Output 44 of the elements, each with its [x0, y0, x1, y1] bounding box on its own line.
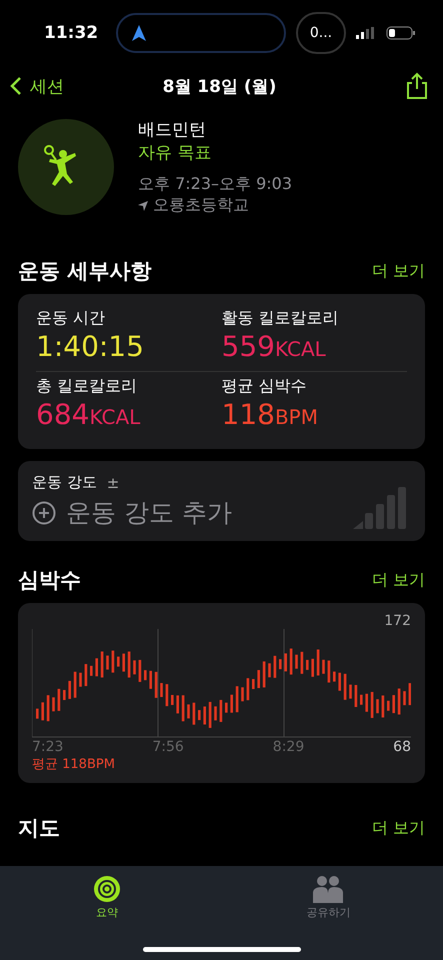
more-link[interactable]: 더 보기	[372, 260, 425, 282]
chevron-left-icon	[10, 76, 22, 96]
location-arrow-icon	[138, 200, 148, 210]
section-title: 심박수	[18, 567, 81, 594]
time-label: 8:29	[272, 739, 306, 755]
rings-icon	[92, 875, 121, 903]
signal-icon	[356, 27, 376, 39]
average-heart-rate: 평균 118BPM	[32, 756, 116, 773]
metric-value: 118BPM	[222, 397, 319, 433]
more-link[interactable]: 더 보기	[372, 570, 425, 590]
section-title: 운동 세부사항	[18, 258, 152, 285]
tab-button[interactable]: 공유하기	[300, 874, 356, 921]
navigation-arrow-icon	[132, 25, 146, 41]
metric-label: 평균 심박수	[222, 376, 308, 397]
intensity-label: 운동 강도	[32, 473, 97, 492]
add-circle-icon[interactable]	[32, 500, 56, 524]
battery-icon	[386, 26, 416, 40]
intensity-bars-icon	[353, 487, 407, 529]
max-heart-rate: 172	[384, 613, 411, 629]
back-button[interactable]: 세션	[10, 74, 130, 98]
section-title: 지도	[18, 815, 60, 842]
time-label: 7:56	[152, 739, 185, 755]
metric-value: 559KCAL	[222, 329, 327, 365]
metric-label: 운동 시간	[36, 308, 106, 329]
tab-button[interactable]: 요약	[86, 874, 127, 921]
people-icon	[311, 875, 346, 903]
metric-value: 684KCAL	[36, 397, 142, 433]
metric-label: 활동 킬로칼로리	[222, 308, 340, 329]
time-label: 7:23	[32, 739, 64, 755]
workout-time-range: 오후 7:23–오후 9:03	[138, 174, 292, 195]
back-label[interactable]: 세션	[30, 74, 64, 98]
metric-value: 1:40:15	[36, 329, 145, 365]
page-title: 8월 18일 (월)	[162, 76, 278, 98]
more-link[interactable]: 더 보기	[372, 818, 425, 838]
workout-location: 오룡초등학교	[153, 195, 249, 216]
status-pill: 0...	[296, 12, 346, 54]
workout-goal: 자유 목표	[138, 142, 212, 164]
metric-label: 총 킬로칼로리	[36, 376, 138, 397]
plus-minus-sign: ±	[106, 474, 120, 492]
min-heart-rate: 68	[393, 739, 411, 755]
status-time: 11:32	[44, 23, 100, 43]
workout-name: 배드민턴	[138, 119, 207, 141]
share-icon[interactable]	[405, 72, 429, 100]
add-intensity-button[interactable]: 운동 강도 추가	[66, 496, 232, 529]
